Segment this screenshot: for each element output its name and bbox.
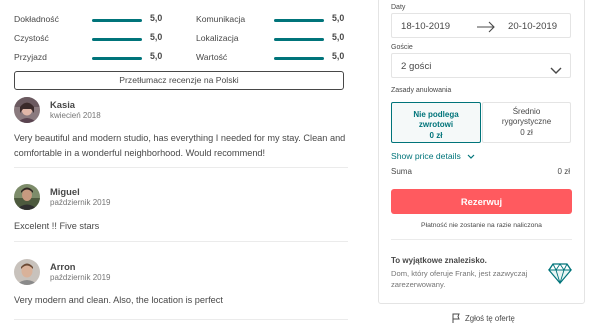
avatar[interactable] xyxy=(14,97,40,123)
check-in-date[interactable]: 18-10-2019 xyxy=(401,21,450,32)
reserve-button[interactable]: Rezerwuj xyxy=(391,189,572,214)
chevron-down-icon xyxy=(550,62,562,80)
review-text: Very modern and clean. Also, the locatio… xyxy=(14,295,223,305)
rating-value: 5,0 xyxy=(150,13,163,23)
diamond-icon xyxy=(547,261,573,290)
booking-card: Daty 18-10-2019 20-10-2019 Goście 2 gośc… xyxy=(378,0,585,304)
report-label: Zgłoś tę ofertę xyxy=(465,314,515,324)
review-date: październik 2019 xyxy=(50,198,111,207)
divider xyxy=(14,167,348,168)
show-price-details-link[interactable]: Show price details xyxy=(391,151,475,162)
review-date: październik 2019 xyxy=(50,273,111,282)
rating-label: Wartość xyxy=(196,52,228,62)
rating-label: Czystość xyxy=(14,33,49,43)
rating-value: 5,0 xyxy=(332,13,345,23)
policy-line: zwrotowi xyxy=(418,120,454,129)
review-text: Excelent !! Five stars xyxy=(14,221,100,231)
chevron-down-icon xyxy=(467,152,475,162)
guests-value: 2 gości xyxy=(401,61,432,72)
rating-label: Dokładność xyxy=(14,14,59,24)
rating-label: Komunikacja xyxy=(196,14,246,24)
rating-fill xyxy=(274,57,324,60)
rating-label: Przyjazd xyxy=(14,52,47,62)
show-price-label: Show price details xyxy=(391,151,461,161)
rare-find-text: Dom, który oferuje Frank, jest zazwyczaj… xyxy=(391,269,528,289)
review-date: kwiecień 2018 xyxy=(50,111,101,120)
divider xyxy=(14,241,348,242)
rating-location: Lokalizacja 5,0 xyxy=(196,31,346,47)
rating-value: 5,0 xyxy=(150,32,163,42)
translate-reviews-button[interactable]: Przetłumacz recenzje na Polski xyxy=(14,71,344,90)
arrow-right-icon xyxy=(476,20,496,38)
rating-value: 5,0 xyxy=(332,51,345,61)
reviewer-name: Kasia xyxy=(50,99,76,110)
guests-label: Goście xyxy=(391,44,413,51)
policy-moderate-option[interactable]: Średnio rygorystyczne 0 zł xyxy=(482,102,571,143)
policy-nonrefundable-option[interactable]: Nie podlega zwrotowi 0 zł xyxy=(391,102,481,143)
avatar[interactable] xyxy=(14,184,40,210)
rating-value: 5,0 xyxy=(332,32,345,42)
rating-value: 5,0 xyxy=(150,51,163,61)
guests-select[interactable]: 2 gości xyxy=(391,53,571,78)
flag-icon xyxy=(452,313,461,325)
policy-price: 0 zł xyxy=(520,128,533,137)
rating-value-category: Wartość 5,0 xyxy=(196,50,346,66)
total-value: 0 zł xyxy=(557,167,570,176)
total-label: Suma xyxy=(391,167,412,176)
reviewer-name: Miguel xyxy=(50,186,80,197)
policy-price: 0 zł xyxy=(429,131,443,140)
rating-bar xyxy=(274,38,324,41)
rare-find-title: To wyjątkowe znalezisko. xyxy=(391,256,487,265)
policy-line: rygorystyczne xyxy=(501,117,552,126)
rating-bar xyxy=(92,38,142,41)
avatar[interactable] xyxy=(14,259,40,285)
no-charge-note: Płatność nie zostanie na razie naliczona xyxy=(421,222,542,229)
reviews-section: Dokładność 5,0 Czystość 5,0 Przyjazd 5,0… xyxy=(14,0,348,330)
rating-checkin: Przyjazd 5,0 xyxy=(14,50,164,66)
policy-line: Nie podlega xyxy=(413,110,459,119)
rating-communication: Komunikacja 5,0 xyxy=(196,12,346,28)
rating-fill xyxy=(274,38,324,41)
rating-bar xyxy=(92,19,142,22)
rating-label: Lokalizacja xyxy=(196,33,239,43)
rating-bar xyxy=(274,57,324,60)
rating-fill xyxy=(92,19,142,22)
dates-label: Daty xyxy=(391,4,406,11)
report-listing-link[interactable]: Zgłoś tę ofertę xyxy=(452,313,515,325)
rating-fill xyxy=(274,19,324,22)
rating-fill xyxy=(92,38,142,41)
reviewer-name: Arron xyxy=(50,261,76,272)
date-range-picker: 18-10-2019 20-10-2019 xyxy=(391,13,571,38)
check-out-date[interactable]: 20-10-2019 xyxy=(508,21,557,32)
divider xyxy=(14,319,348,320)
rating-bar xyxy=(274,19,324,22)
rating-cleanliness: Czystość 5,0 xyxy=(14,31,164,47)
rating-bar xyxy=(92,57,142,60)
review-text: Very beautiful and modern studio, has ev… xyxy=(14,133,346,158)
rating-fill xyxy=(92,57,142,60)
policy-line: Średnio xyxy=(512,107,541,116)
cancellation-label: Zasady anulowania xyxy=(391,87,452,94)
divider xyxy=(391,239,572,240)
rating-accuracy: Dokładność 5,0 xyxy=(14,12,164,28)
